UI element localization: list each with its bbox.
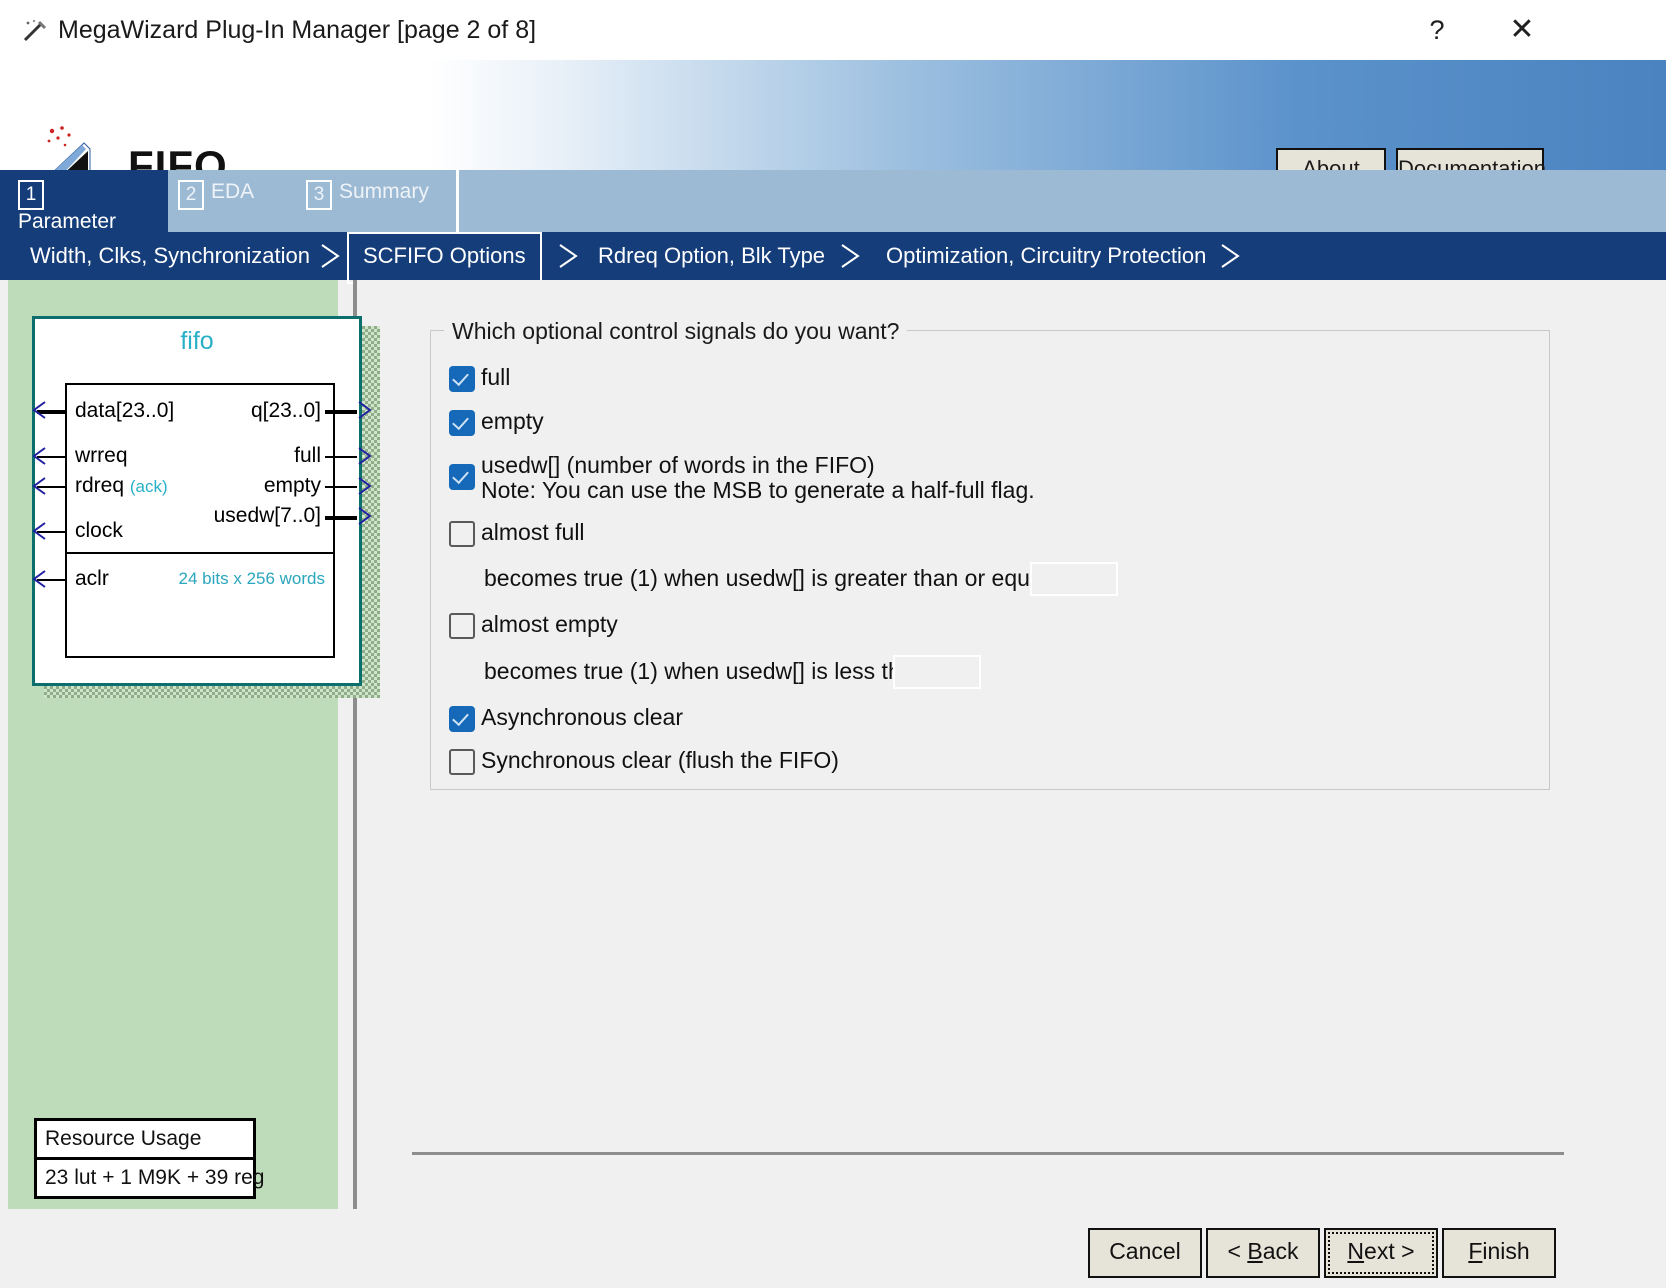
label-full: full — [481, 364, 511, 390]
checkbox-asynchronous-clear[interactable] — [449, 706, 475, 732]
port-wrreq: wrreq — [75, 444, 128, 467]
port-rdreq-suffix: (ack) — [129, 477, 168, 496]
label-almost-full: almost full — [481, 519, 585, 545]
back-label: ack — [1262, 1238, 1299, 1264]
almost-full-condition-text: becomes true (1) when usedw[] is greater… — [484, 565, 1074, 591]
arrow-right-icon-usedw — [355, 505, 373, 532]
wire-q-out — [325, 410, 357, 414]
arrow-left-icon-data — [31, 399, 49, 426]
checkbox-almost-full[interactable] — [449, 521, 475, 547]
crumb-optimization-circuitry-protection[interactable]: Optimization, Circuitry Protection — [886, 232, 1206, 280]
crumb-scfifo-options[interactable]: SCFIFO Options — [347, 232, 542, 284]
arrow-right-icon-full — [355, 445, 373, 472]
fifo-symbol: fifo data[23..0] wrreq rdreq (ack) clock… — [31, 316, 372, 686]
port-full: full — [294, 444, 321, 467]
megawizard-window: MegaWizard Plug-In Manager [page 2 of 8]… — [0, 0, 1666, 1288]
title-bar: MegaWizard Plug-In Manager [page 2 of 8]… — [0, 0, 1666, 61]
window-title: MegaWizard Plug-In Manager [page 2 of 8] — [58, 16, 537, 44]
finish-label: inish — [1482, 1238, 1530, 1264]
checkbox-full[interactable] — [449, 366, 475, 392]
port-rdreq: rdreq (ack) — [75, 474, 168, 498]
label-synchronous-clear: Synchronous clear (flush the FIFO) — [481, 747, 839, 773]
label-usedw-note: Note: You can use the MSB to generate a … — [481, 477, 1035, 503]
next-accel: N — [1347, 1238, 1365, 1264]
back-button[interactable]: < Back — [1206, 1228, 1320, 1278]
wire-empty-out — [325, 486, 357, 488]
resource-usage-box: Resource Usage 23 lut + 1 M9K + 39 reg — [34, 1118, 265, 1199]
page-breadcrumbs: Width, Clks, Synchronization SCFIFO Opti… — [0, 232, 1666, 284]
resource-usage-title: Resource Usage — [37, 1121, 253, 1160]
chevron-right-icon-3 — [838, 242, 864, 270]
label-asynchronous-clear: Asynchronous clear — [481, 704, 683, 730]
chevron-right-icon-1 — [318, 242, 344, 270]
checkbox-synchronous-clear[interactable] — [449, 749, 475, 775]
back-prefix: < — [1227, 1238, 1248, 1264]
port-rdreq-label: rdreq — [75, 474, 125, 497]
symbol-name-label: fifo — [180, 327, 214, 355]
label-almost-empty: almost empty — [481, 611, 618, 637]
crumb-width-clks-sync[interactable]: Width, Clks, Synchronization — [30, 232, 310, 280]
next-button[interactable]: Next > — [1324, 1228, 1438, 1278]
chevron-right-icon-4 — [1218, 242, 1244, 270]
port-usedw: usedw[7..0] — [213, 504, 321, 527]
port-clock: clock — [75, 519, 123, 542]
cancel-button[interactable]: Cancel — [1088, 1228, 1202, 1278]
symbol-capacity-note: 24 bits x 256 words — [178, 569, 325, 588]
tab-label-eda: EDA — [211, 180, 255, 203]
next-label: ext > — [1364, 1238, 1415, 1264]
arrow-right-icon-q — [355, 399, 373, 426]
finish-button[interactable]: Finish — [1442, 1228, 1556, 1278]
footer-divider — [412, 1152, 1564, 1155]
tab-number-2: 2 — [178, 180, 204, 210]
chevron-right-icon-2 — [556, 242, 582, 270]
port-data: data[23..0] — [75, 399, 175, 422]
wand-icon — [22, 19, 48, 43]
tab-label-summary: Summary — [339, 180, 429, 203]
checkbox-empty[interactable] — [449, 410, 475, 436]
arrow-left-icon-aclr — [31, 568, 49, 595]
crumb-rdreq-option-blk-type[interactable]: Rdreq Option, Blk Type — [598, 232, 825, 280]
control-signals-legend: Which optional control signals do you wa… — [444, 318, 908, 345]
help-button[interactable]: ? — [1417, 10, 1457, 50]
label-usedw: usedw[] (number of words in the FIFO) — [481, 452, 875, 478]
wire-full-out — [325, 456, 357, 458]
almost-full-threshold-input[interactable] — [1030, 562, 1118, 596]
tabstrip-filler — [449, 170, 1666, 232]
checkbox-usedw[interactable] — [449, 464, 475, 490]
port-q: q[23..0] — [250, 399, 321, 422]
label-empty: empty — [481, 408, 544, 434]
arrow-left-icon-clock — [31, 520, 49, 547]
close-icon[interactable]: ✕ — [1500, 10, 1544, 50]
checkbox-almost-empty[interactable] — [449, 613, 475, 639]
resource-usage-value: 23 lut + 1 M9K + 39 reg — [45, 1166, 265, 1189]
arrow-left-icon-rdreq — [31, 475, 49, 502]
tab-number-3: 3 — [306, 180, 332, 210]
almost-empty-condition-text: becomes true (1) when usedw[] is less th… — [484, 658, 927, 684]
arrow-left-icon-wrreq — [31, 445, 49, 472]
step-tabs: 1Parameter Settings 2EDA 3Summary — [0, 170, 1666, 257]
tab-number-1: 1 — [18, 180, 44, 210]
product-banner: FIFO About Documentation — [0, 60, 1666, 192]
arrow-right-icon-empty — [355, 475, 373, 502]
back-accel: B — [1247, 1238, 1263, 1264]
port-aclr: aclr — [75, 567, 109, 590]
finish-accel: F — [1468, 1238, 1483, 1264]
port-empty: empty — [263, 474, 321, 497]
almost-empty-threshold-input[interactable] — [893, 655, 981, 689]
symbol-divider — [65, 552, 335, 554]
wire-usedw-out — [325, 516, 357, 520]
